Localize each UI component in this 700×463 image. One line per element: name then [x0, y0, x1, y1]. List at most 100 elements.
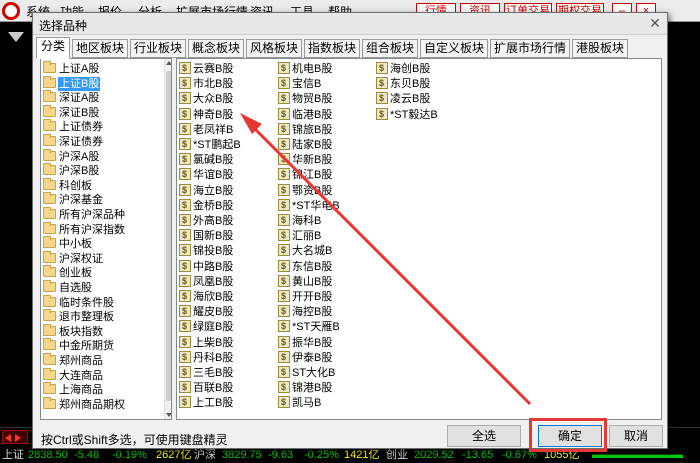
- stock-item[interactable]: 国新B股: [179, 228, 233, 243]
- close-icon[interactable]: ✕: [647, 15, 663, 31]
- stock-item[interactable]: 凤凰B股: [179, 274, 233, 289]
- stock-item[interactable]: 华谊B股: [179, 167, 233, 182]
- stock-item[interactable]: 振华B股: [278, 335, 332, 350]
- tree-item[interactable]: 上证债券: [43, 119, 104, 134]
- tree-item[interactable]: 上证A股: [43, 61, 100, 76]
- stock-item[interactable]: 伊泰B股: [278, 350, 332, 365]
- stock-item[interactable]: *ST毅达B: [376, 107, 438, 122]
- stock-item[interactable]: 锦港B股: [278, 380, 332, 395]
- stock-item[interactable]: 锦投B股: [179, 243, 233, 258]
- stock-item[interactable]: 百联B股: [179, 380, 233, 395]
- stock-item[interactable]: 机电B股: [278, 61, 332, 76]
- tree-item[interactable]: 沪深基金: [43, 192, 104, 207]
- stock-item[interactable]: 云赛B股: [179, 61, 233, 76]
- tab-extended-market[interactable]: 扩展市场行情: [490, 39, 570, 58]
- stock-item[interactable]: *ST华电B: [278, 198, 340, 213]
- stock-item[interactable]: 华新B股: [278, 152, 332, 167]
- stock-item[interactable]: 东贝B股: [376, 76, 430, 91]
- stock-icon: [179, 183, 191, 197]
- stock-item[interactable]: 上柴B股: [179, 335, 233, 350]
- stock-item[interactable]: 三毛B股: [179, 365, 233, 380]
- tab-industry[interactable]: 行业板块: [130, 39, 186, 58]
- stock-item[interactable]: 黄山B股: [278, 274, 332, 289]
- stock-item[interactable]: 市北B股: [179, 76, 233, 91]
- tree-item[interactable]: 深证债券: [43, 134, 104, 149]
- tree-item[interactable]: 沪深权证: [43, 250, 104, 266]
- stock-item[interactable]: 锦江B股: [278, 167, 332, 182]
- tree-item[interactable]: 中小板: [43, 236, 93, 251]
- select-all-button[interactable]: 全选: [447, 425, 521, 447]
- stock-item[interactable]: 汇丽B: [278, 228, 321, 243]
- arrow-right-icon[interactable]: [15, 434, 21, 442]
- tree-scrollbar[interactable]: [164, 59, 171, 419]
- stock-item[interactable]: 海控B股: [278, 304, 332, 319]
- tree-item[interactable]: 科创板: [43, 177, 93, 193]
- tree-item[interactable]: 临时条件股: [43, 294, 115, 310]
- stock-item[interactable]: 中路B股: [179, 259, 233, 274]
- stock-item[interactable]: 陆家B股: [278, 137, 332, 152]
- scroll-up-icon[interactable]: [166, 61, 171, 65]
- stock-item[interactable]: 宝信B: [278, 76, 321, 91]
- scroll-down-icon[interactable]: [166, 413, 171, 417]
- arrow-left-icon[interactable]: [5, 434, 11, 442]
- stock-item[interactable]: 临港B股: [278, 107, 332, 122]
- stock-item[interactable]: 丹科B股: [179, 350, 233, 365]
- tree-item[interactable]: 所有沪深指数: [43, 221, 126, 237]
- stock-item[interactable]: 海欣B股: [179, 289, 233, 304]
- stock-item[interactable]: *ST天雁B: [278, 319, 340, 334]
- tree-item[interactable]: 创业板: [43, 265, 93, 280]
- tree-item[interactable]: 沪深A股: [43, 148, 100, 164]
- stock-item[interactable]: 大众B股: [179, 91, 233, 106]
- tree-item[interactable]: 中金所期货: [43, 338, 115, 353]
- stock-item[interactable]: 海立B股: [179, 183, 233, 198]
- stock-item[interactable]: 海科B: [278, 213, 321, 228]
- app-logo-icon: [2, 2, 20, 20]
- stock-item[interactable]: *ST鹏起B: [179, 137, 241, 152]
- stock-item[interactable]: 东信B股: [278, 259, 332, 274]
- stock-item[interactable]: 大名城B: [278, 243, 332, 258]
- nav-arrows[interactable]: [2, 430, 28, 444]
- tree-item[interactable]: 自选股: [43, 280, 93, 295]
- stock-item[interactable]: 绿庭B股: [179, 319, 233, 334]
- tree-item[interactable]: 退市整理板: [43, 309, 115, 324]
- tab-concept[interactable]: 概念板块: [188, 39, 244, 58]
- tab-index[interactable]: 指数板块: [304, 39, 360, 58]
- tree-item[interactable]: 沪深B股: [43, 163, 100, 178]
- tree-item[interactable]: 所有沪深品种: [43, 207, 126, 222]
- stock-name: 上工B股: [193, 397, 234, 410]
- stock-item[interactable]: 外高B股: [179, 213, 233, 228]
- tab-hk-stocks[interactable]: 港股板块: [572, 39, 628, 58]
- tree-item[interactable]: 大连商品: [43, 367, 104, 383]
- stock-item[interactable]: 氯碱B股: [179, 152, 233, 167]
- tree-item[interactable]: 郑州商品: [43, 353, 104, 368]
- stock-item[interactable]: 物贸B股: [278, 91, 332, 106]
- cancel-button[interactable]: 取消: [609, 425, 663, 447]
- stock-item[interactable]: 开开B股: [278, 289, 332, 304]
- stock-item[interactable]: ST大化B: [278, 365, 335, 380]
- stock-item[interactable]: 凯马B: [278, 395, 321, 410]
- stock-item[interactable]: 凌云B股: [376, 91, 430, 106]
- stock-item[interactable]: 上工B股: [179, 395, 234, 410]
- stock-item[interactable]: 金桥B股: [179, 198, 233, 213]
- scroll-thumb[interactable]: [166, 71, 171, 401]
- tree-item[interactable]: 深证A股: [43, 90, 100, 105]
- tab-custom[interactable]: 自定义板块: [420, 39, 488, 58]
- stock-item[interactable]: 海创B股: [376, 61, 430, 76]
- tab-portfolio[interactable]: 组合板块: [362, 39, 418, 58]
- tab-classification[interactable]: 分类: [36, 37, 70, 59]
- stock-item[interactable]: 神奇B股: [179, 107, 233, 122]
- tab-region[interactable]: 地区板块: [72, 39, 128, 58]
- tree-item[interactable]: 上海商品: [43, 382, 104, 397]
- dropdown-arrow-icon[interactable]: [8, 32, 24, 42]
- tree-item[interactable]: 深证B股: [43, 104, 100, 120]
- tree-item[interactable]: 上证B股: [43, 75, 101, 91]
- stock-item[interactable]: 鄂资B股: [278, 183, 332, 198]
- stock-item[interactable]: 锦旅B股: [278, 122, 332, 137]
- tree-item-label: 沪深基金: [59, 194, 103, 207]
- stock-icon: [179, 365, 191, 379]
- stock-item[interactable]: 老凤祥B: [179, 122, 233, 137]
- tab-style[interactable]: 风格板块: [246, 39, 302, 58]
- tree-item[interactable]: 板块指数: [43, 323, 104, 339]
- stock-item[interactable]: 耀皮B股: [179, 304, 233, 319]
- tree-item[interactable]: 郑州商品期权: [43, 396, 126, 412]
